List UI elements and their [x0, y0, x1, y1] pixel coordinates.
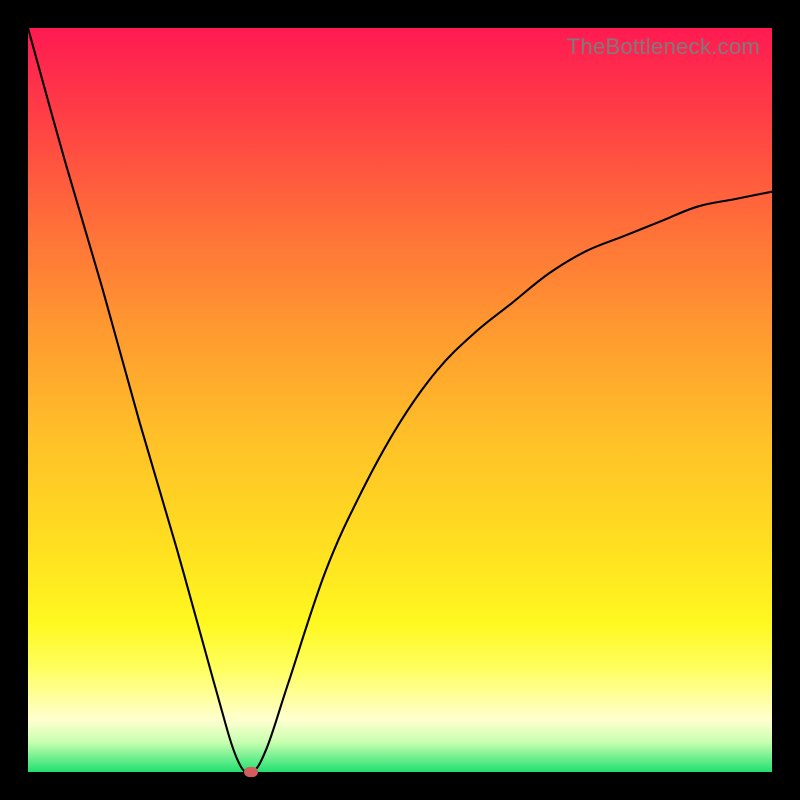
chart-plot-area: TheBottleneck.com: [28, 28, 772, 772]
bottleneck-curve: [28, 28, 772, 772]
chart-frame: TheBottleneck.com: [0, 0, 800, 800]
minimum-marker-icon: [244, 767, 258, 777]
watermark-text: TheBottleneck.com: [567, 34, 760, 60]
